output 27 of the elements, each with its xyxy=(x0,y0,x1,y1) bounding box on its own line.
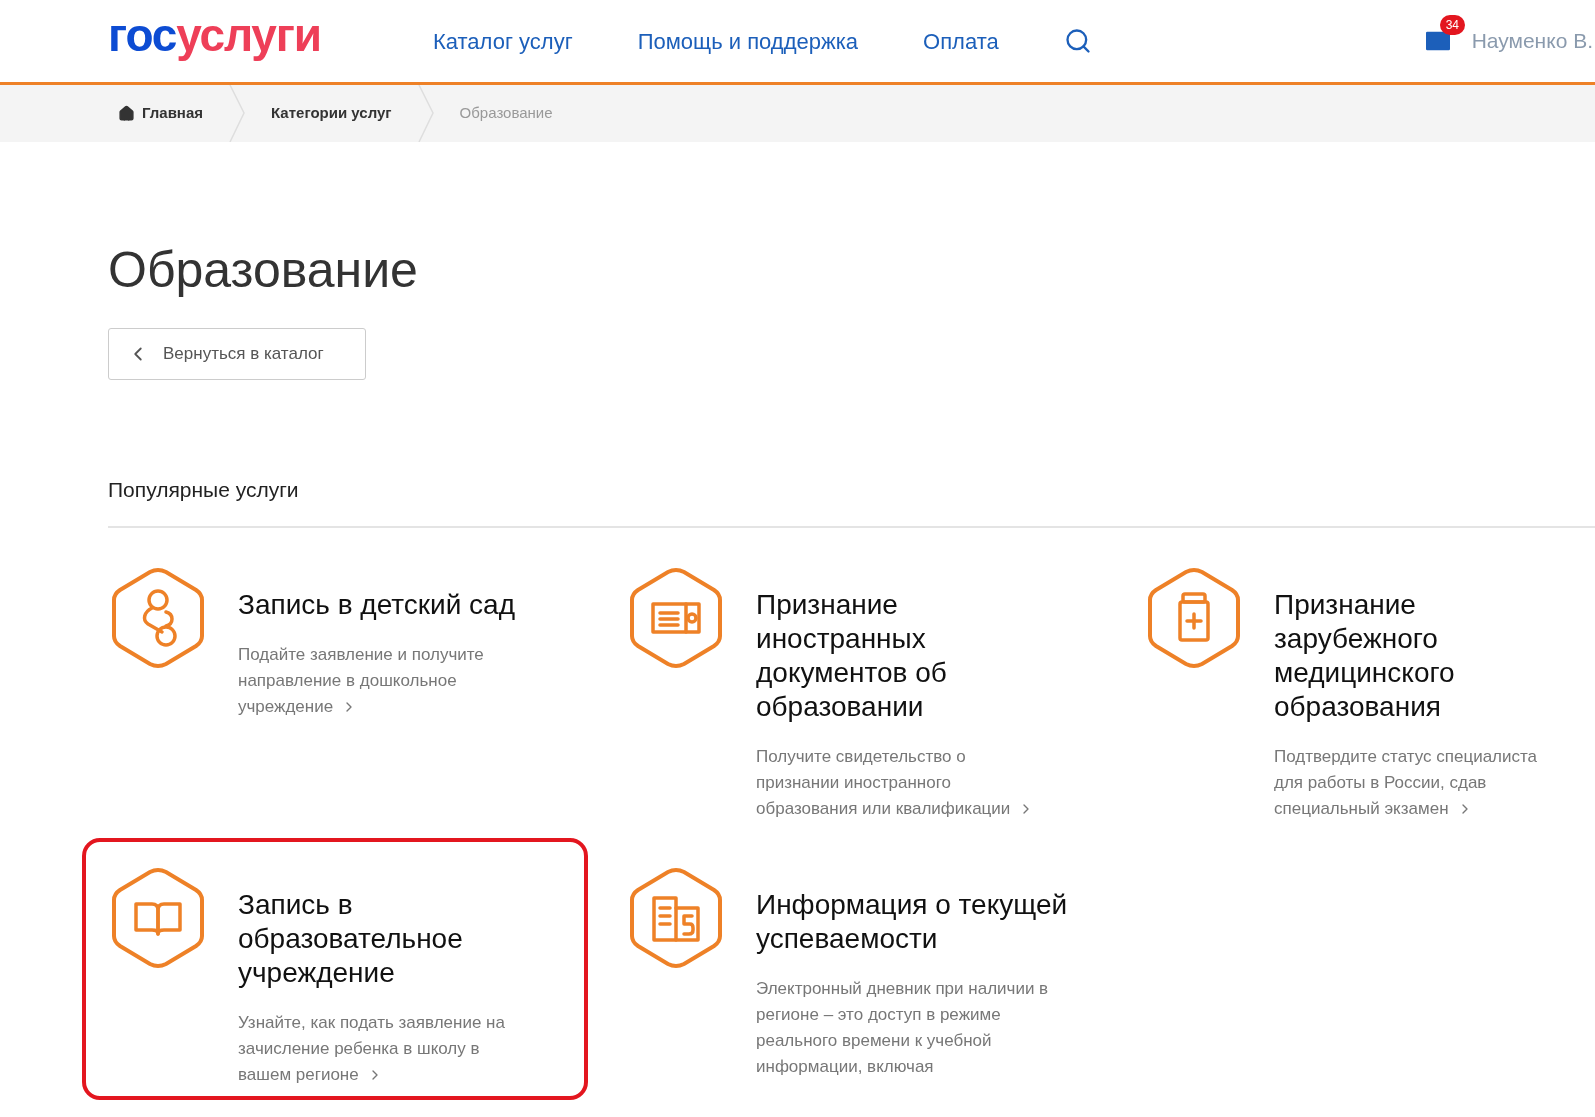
certificate-icon xyxy=(628,565,724,670)
back-button[interactable]: Вернуться в каталог xyxy=(108,328,366,380)
notification-badge: 34 xyxy=(1439,15,1465,35)
service-title[interactable]: Признание иностранных документов об образовании xyxy=(756,587,1068,724)
service-link[interactable]: Электронный дневник при наличии в регионе – это доступ в режиме реального времени к учебной информации, включая xyxy=(756,975,1052,1080)
page-title: Образование xyxy=(108,241,419,300)
nav-link[interactable]: Каталог услуг xyxy=(432,24,573,58)
service-title[interactable]: Запись в детский сад xyxy=(238,587,550,622)
breadcrumb-link[interactable]: Категории услуг xyxy=(271,102,392,125)
nav-link[interactable]: Оплата xyxy=(923,24,999,58)
section-heading: Популярные услуги xyxy=(108,477,300,503)
breadcrumb-separator xyxy=(229,85,245,142)
breadcrumb-link[interactable]: Главная xyxy=(118,102,203,125)
nav-link[interactable]: Помощь и поддержка xyxy=(637,24,858,58)
service-title[interactable]: Признание зарубежного медицинского образования xyxy=(1274,587,1586,724)
service-link[interactable]: Получите свидетельство о признании иностранного образования или квалификации xyxy=(756,743,1052,822)
home-icon xyxy=(118,105,135,122)
breadcrumb-separator xyxy=(417,85,434,142)
service-title[interactable]: Информация о текущей успеваемости xyxy=(756,887,1068,956)
service-link[interactable]: Подтвердите статус специалиста для работы в России, сдав специальный экзамен xyxy=(1274,743,1570,822)
gradebook-icon xyxy=(628,865,724,970)
service-title[interactable]: Запись в образовательное учреждение xyxy=(238,887,550,990)
service-link[interactable]: Подайте заявление и получите направление в дошкольное учреждение xyxy=(238,641,534,720)
book-icon xyxy=(110,865,206,970)
search-icon[interactable] xyxy=(1063,27,1092,55)
medicine-icon xyxy=(1146,565,1242,670)
service-link[interactable]: Узнайте, как подать заявление на зачисление ребенка в школу в вашем регионе xyxy=(238,1009,534,1088)
